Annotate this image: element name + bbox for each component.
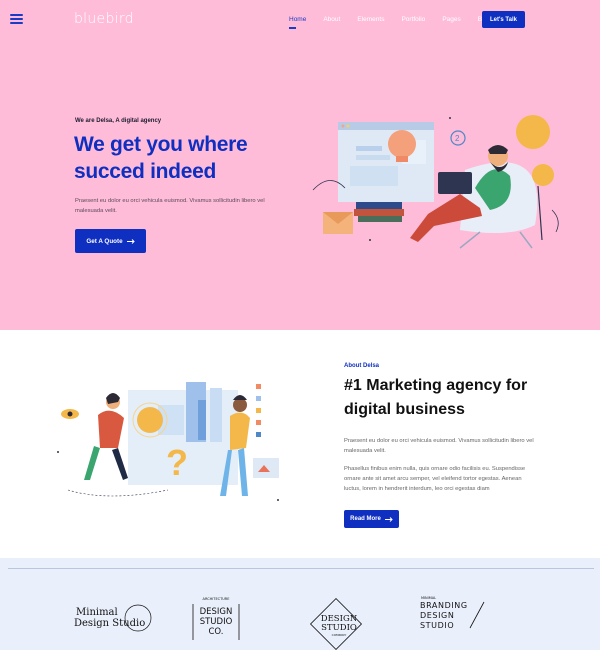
logo4-line1: BRANDING (420, 601, 468, 610)
svg-text:?: ? (166, 442, 188, 483)
menu-item-about[interactable]: About (323, 16, 340, 23)
read-more-button[interactable]: Read More (344, 510, 399, 528)
client-logos-section: Minimal Design Studio ARCHITECTURE DESIG… (0, 558, 600, 650)
hero-section: bluebird Home About Elements Portfolio P… (0, 0, 600, 330)
menu-item-elements[interactable]: Elements (357, 16, 384, 23)
page: bluebird Home About Elements Portfolio P… (0, 0, 600, 650)
menu-item-pages[interactable]: Pages (442, 16, 460, 23)
hero-illustration: 2 (312, 115, 559, 249)
about-section: ? About Delsa #1 Marketing agency for di… (0, 330, 600, 558)
menu-item-portfolio[interactable]: Portfolio (401, 16, 425, 23)
logo4-line2: DESIGN (420, 611, 454, 620)
about-tag: About Delsa (344, 363, 380, 369)
menu-item-home[interactable]: Home (289, 16, 306, 29)
hamburger-icon[interactable] (10, 14, 23, 24)
get-quote-button[interactable]: Get A Quote (75, 229, 146, 253)
logo3-line2: STUDIO (321, 623, 357, 633)
lets-talk-button[interactable]: Let's Talk (482, 11, 525, 28)
client-logo-minimal-design-studio: Minimal Design Studio (74, 602, 154, 643)
logo2-top: ARCHITECTURE (203, 597, 230, 601)
logo1-line1: Minimal (76, 607, 118, 618)
hero-title: We get you where succed indeed (74, 133, 248, 183)
about-paragraph-1: Praesent eu dolor eu orci vehicula euism… (344, 438, 534, 454)
logo4-top: MINIMAL (421, 596, 436, 600)
logo2-line2: STUDIO (200, 617, 233, 627)
logo2-line1: DESIGN (200, 607, 233, 617)
arrow-right-icon (126, 238, 135, 244)
logo1-line2: Design Studio (74, 618, 145, 629)
hero-description: Praesent eu dolor eu orci vehicula euism… (75, 198, 265, 214)
logo4-line3: STUDIO (420, 621, 454, 630)
client-logo-minimal-branding-design-studio: MINIMAL BRANDING DESIGN STUDIO (418, 594, 488, 650)
main-menu: Home About Elements Portfolio Pages Blog (289, 16, 508, 29)
logo2-line3: CO. (209, 627, 224, 637)
client-logo-design-studio-co: ARCHITECTURE DESIGN STUDIO CO. (189, 594, 243, 650)
svg-text:2: 2 (455, 134, 460, 143)
top-nav: bluebird Home About Elements Portfolio P… (0, 0, 600, 40)
about-illustration: ? (57, 382, 279, 501)
about-paragraph-2: Phasellus finibus enim nulla, quis ornar… (344, 466, 526, 492)
about-title: #1 Marketing agency for digital business (344, 377, 528, 418)
site-logo[interactable]: bluebird (74, 11, 134, 27)
divider (8, 568, 594, 569)
client-logo-design-studio-company: DESIGN STUDIO COMPANY (306, 594, 366, 650)
hero-tagline: We are Delsa, A digital agency (75, 118, 162, 124)
logo3-sub: COMPANY (332, 633, 347, 637)
read-more-label: Read More (350, 516, 381, 522)
arrow-right-icon (384, 516, 393, 522)
get-quote-label: Get A Quote (86, 237, 123, 245)
